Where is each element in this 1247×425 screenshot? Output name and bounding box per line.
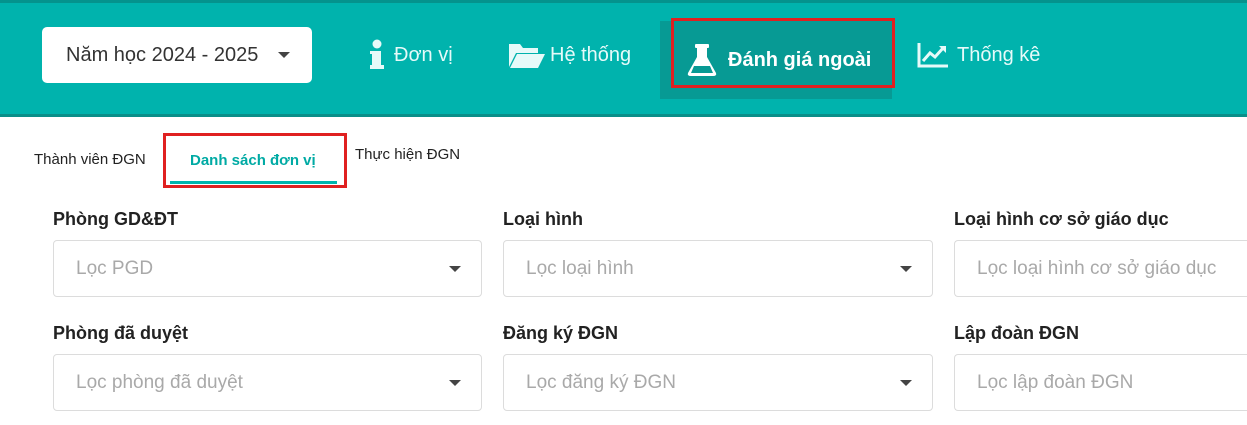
filter-placeholder: Lọc lập đoàn ĐGN bbox=[977, 371, 1134, 393]
nav-label-don-vi: Đơn vị bbox=[394, 43, 453, 66]
filter-placeholder: Lọc PGD bbox=[76, 257, 154, 279]
filter-label-phong-da-duyet: Phòng đã duyệt bbox=[53, 323, 188, 343]
filter-select-lap-doan-dgn[interactable]: Lọc lập đoàn ĐGN bbox=[954, 354, 1247, 411]
school-year-select[interactable]: Năm học 2024 - 2025 bbox=[42, 27, 312, 83]
nav-item-he-thong[interactable]: Hệ thống bbox=[508, 23, 631, 87]
caret-down-icon bbox=[278, 52, 290, 58]
filter-placeholder: Lọc loại hình cơ sở giáo dục bbox=[977, 257, 1217, 279]
filter-label-lap-doan-dgn: Lập đoàn ĐGN bbox=[954, 323, 1079, 343]
filter-select-pgd[interactable]: Lọc PGD bbox=[53, 240, 482, 297]
filter-select-loai-hinh[interactable]: Lọc loại hình bbox=[503, 240, 933, 297]
caret-down-icon bbox=[900, 266, 912, 272]
nav-label-thong-ke: Thống kê bbox=[957, 43, 1041, 66]
nav-item-don-vi[interactable]: Đơn vị bbox=[368, 23, 453, 87]
nav-label-he-thong: Hệ thống bbox=[550, 43, 632, 66]
nav-item-thong-ke[interactable]: Thống kê bbox=[917, 23, 1040, 87]
flask-icon bbox=[686, 43, 718, 77]
top-navigation-bar: Năm học 2024 - 2025 Đơn vị Hệ thống Đánh… bbox=[0, 0, 1247, 117]
filter-placeholder: Lọc phòng đã duyệt bbox=[76, 371, 243, 393]
filter-placeholder: Lọc đăng ký ĐGN bbox=[526, 371, 676, 393]
subtab-thuc-hien-dgn[interactable]: Thực hiện ĐGN bbox=[355, 146, 460, 163]
info-icon bbox=[368, 39, 386, 71]
chart-line-icon bbox=[917, 42, 949, 68]
nav-item-danh-gia-ngoai[interactable]: Đánh giá ngoài bbox=[660, 21, 892, 99]
school-year-value: Năm học 2024 - 2025 bbox=[66, 43, 259, 66]
folder-open-icon bbox=[508, 41, 546, 69]
caret-down-icon bbox=[449, 380, 461, 386]
filter-label-phong-gddt: Phòng GD&ĐT bbox=[53, 209, 178, 229]
active-subtab-underline bbox=[170, 181, 337, 184]
nav-label-danh-gia-ngoai: Đánh giá ngoài bbox=[728, 48, 872, 71]
filter-select-dang-ky-dgn[interactable]: Lọc đăng ký ĐGN bbox=[503, 354, 933, 411]
filter-label-loai-hinh-csgd: Loại hình cơ sở giáo dục bbox=[954, 209, 1169, 229]
subtab-thanh-vien-dgn[interactable]: Thành viên ĐGN bbox=[34, 151, 146, 168]
caret-down-icon bbox=[449, 266, 461, 272]
filter-label-loai-hinh: Loại hình bbox=[503, 209, 583, 229]
filter-placeholder: Lọc loại hình bbox=[526, 257, 634, 279]
filter-label-dang-ky-dgn: Đăng ký ĐGN bbox=[503, 323, 619, 343]
caret-down-icon bbox=[900, 380, 912, 386]
subtab-danh-sach-don-vi[interactable]: Danh sách đơn vị bbox=[190, 152, 316, 169]
filter-select-loai-hinh-csgd[interactable]: Lọc loại hình cơ sở giáo dục bbox=[954, 240, 1247, 297]
filter-select-phong-da-duyet[interactable]: Lọc phòng đã duyệt bbox=[53, 354, 482, 411]
